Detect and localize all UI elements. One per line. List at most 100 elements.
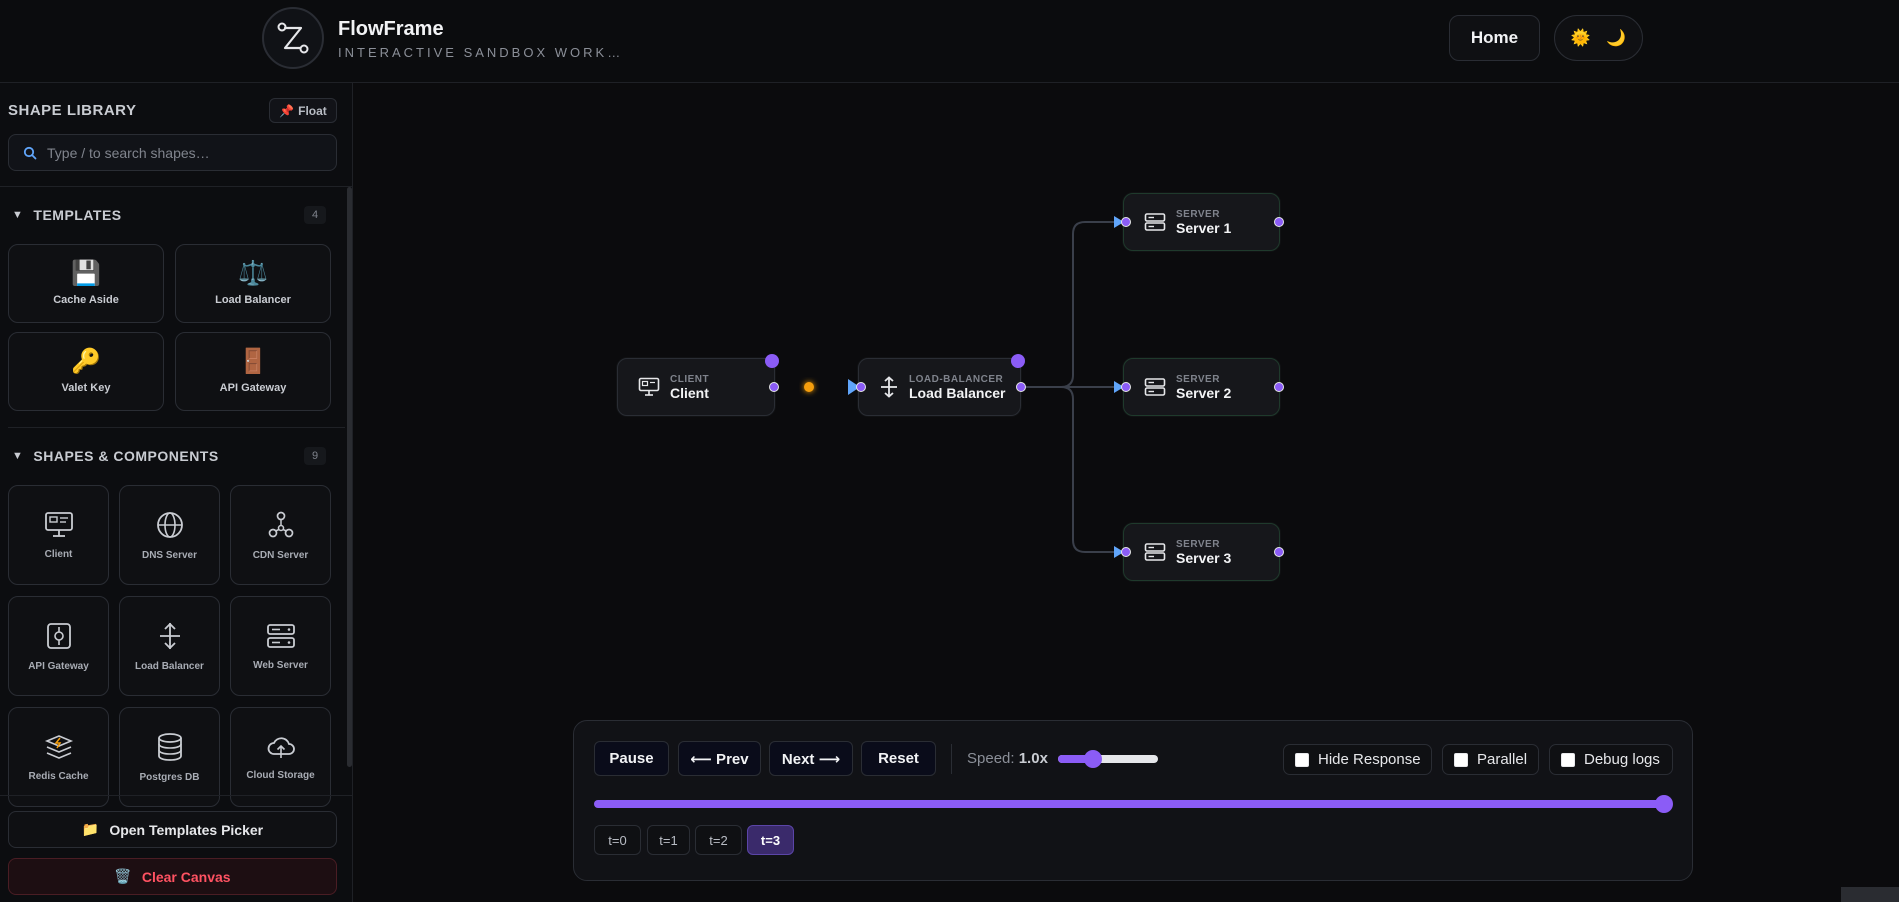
step-button-t2[interactable]: t=2 xyxy=(695,825,742,855)
node-server-1[interactable]: SERVER Server 1 xyxy=(1123,193,1280,251)
pause-button[interactable]: Pause xyxy=(594,741,669,776)
folder-icon: 📁 xyxy=(81,821,100,837)
shape-label: Web Server xyxy=(253,659,308,671)
hide-response-toggle[interactable]: Hide Response xyxy=(1283,744,1432,775)
parallel-toggle[interactable]: Parallel xyxy=(1442,744,1539,775)
speed-slider-thumb[interactable] xyxy=(1084,750,1102,768)
home-button[interactable]: Home xyxy=(1449,15,1540,61)
shape-search[interactable] xyxy=(8,134,337,171)
server-icon xyxy=(1144,378,1166,396)
divider xyxy=(8,427,345,428)
shape-label: Client xyxy=(44,548,73,560)
debug-logs-toggle[interactable]: Debug logs xyxy=(1549,744,1673,775)
hide-response-checkbox[interactable] xyxy=(1295,752,1309,767)
server-icon xyxy=(1144,543,1166,561)
node-name: Server 2 xyxy=(1176,384,1232,401)
debug-logs-label: Debug logs xyxy=(1584,751,1660,768)
node-client[interactable]: CLIENT Client xyxy=(617,358,775,416)
reset-button[interactable]: Reset xyxy=(861,741,936,776)
server-icon xyxy=(266,623,295,648)
trash-icon: 🗑️ xyxy=(114,868,132,884)
next-button[interactable]: Next ⟶ xyxy=(769,741,853,776)
timeline-thumb[interactable] xyxy=(1655,795,1673,813)
shapes-heading: SHAPES & COMPONENTS xyxy=(33,448,219,464)
app-subtitle: INTERACTIVE SANDBOX WORK… xyxy=(338,45,624,60)
float-button[interactable]: 📌 Float xyxy=(269,98,337,123)
prev-button[interactable]: ⟵ Prev xyxy=(678,741,761,776)
door-icon: 🚪 xyxy=(238,347,268,375)
cloud-icon xyxy=(267,736,295,758)
sun-icon[interactable]: 🌞 xyxy=(1571,28,1591,48)
shape-card-redis-cache[interactable]: Redis Cache xyxy=(8,707,109,807)
pin-icon: 📌 xyxy=(279,103,295,118)
step-button-t1[interactable]: t=1 xyxy=(647,825,690,855)
search-input[interactable] xyxy=(47,144,307,161)
client-icon xyxy=(638,377,660,396)
redis-icon xyxy=(44,734,73,759)
node-load-balancer[interactable]: LOAD-BALANCER Load Balancer xyxy=(858,358,1021,416)
template-card-load-balancer[interactable]: ⚖️ Load Balancer xyxy=(175,244,331,323)
node-name: Client xyxy=(670,384,709,401)
debug-logs-checkbox[interactable] xyxy=(1561,752,1575,767)
floppy-disk-icon: 💾 xyxy=(71,259,101,287)
speed-slider[interactable] xyxy=(1058,750,1158,768)
parallel-checkbox[interactable] xyxy=(1454,752,1468,767)
corner-badge xyxy=(1841,887,1899,902)
node-name: Load Balancer xyxy=(909,384,1006,401)
template-card-cache-aside[interactable]: 💾 Cache Aside xyxy=(8,244,164,323)
step-button-t0[interactable]: t=0 xyxy=(594,825,641,855)
hide-response-label: Hide Response xyxy=(1318,751,1421,768)
balancer-icon xyxy=(881,376,897,398)
timeline-fill xyxy=(594,800,1664,808)
timeline-slider[interactable] xyxy=(594,795,1673,813)
shape-card-load-balancer[interactable]: Load Balancer xyxy=(119,596,220,696)
divider xyxy=(0,795,352,796)
shape-card-cloud-storage[interactable]: Cloud Storage xyxy=(230,707,331,807)
shape-card-dns-server[interactable]: DNS Server xyxy=(119,485,220,585)
shapes-count-badge: 9 xyxy=(304,447,326,465)
database-icon xyxy=(157,732,182,761)
speed-readout: Speed: 1.0x xyxy=(967,750,1048,767)
float-label: Float xyxy=(298,103,327,118)
template-label: API Gateway xyxy=(219,381,287,394)
shape-library-title: SHAPE LIBRARY xyxy=(8,102,137,119)
moon-icon[interactable]: 🌙 xyxy=(1606,28,1626,48)
node-type: SERVER xyxy=(1176,538,1220,550)
key-icon: 🔑 xyxy=(71,347,101,375)
node-type: SERVER xyxy=(1176,208,1220,220)
shape-card-client[interactable]: Client xyxy=(8,485,109,585)
network-icon xyxy=(268,511,293,537)
template-label: Valet Key xyxy=(61,381,111,394)
flowframe-logo[interactable] xyxy=(262,7,324,69)
templates-section-header[interactable]: ▼ TEMPLATES xyxy=(12,207,122,223)
shape-label: DNS Server xyxy=(141,549,198,561)
open-templates-picker-button[interactable]: 📁 Open Templates Picker xyxy=(8,811,337,848)
speed-value: 1.0x xyxy=(1018,750,1048,767)
divider xyxy=(0,186,352,187)
logo-icon xyxy=(277,22,309,54)
shape-label: Load Balancer xyxy=(135,660,204,672)
server-icon xyxy=(1144,213,1166,231)
theme-toggle[interactable]: 🌞 🌙 xyxy=(1554,15,1643,61)
node-name: Server 3 xyxy=(1176,549,1232,566)
chevron-down-icon: ▼ xyxy=(12,209,24,221)
search-icon xyxy=(23,146,37,159)
step-button-t3[interactable]: t=3 xyxy=(747,825,794,855)
templates-heading: TEMPLATES xyxy=(33,207,122,223)
client-icon xyxy=(44,511,73,537)
shape-card-postgres-db[interactable]: Postgres DB xyxy=(119,707,220,807)
gateway-icon xyxy=(46,622,71,649)
shape-card-web-server[interactable]: Web Server xyxy=(230,596,331,696)
clear-canvas-button[interactable]: 🗑️ Clear Canvas xyxy=(8,858,337,895)
chevron-down-icon: ▼ xyxy=(12,450,24,462)
sidebar-scrollbar[interactable] xyxy=(347,187,352,767)
template-card-api-gateway[interactable]: 🚪 API Gateway xyxy=(175,332,331,411)
node-server-2[interactable]: SERVER Server 2 xyxy=(1123,358,1280,416)
node-server-3[interactable]: SERVER Server 3 xyxy=(1123,523,1280,581)
shape-label: CDN Server xyxy=(252,549,309,561)
shape-card-cdn-server[interactable]: CDN Server xyxy=(230,485,331,585)
shapes-section-header[interactable]: ▼ SHAPES & COMPONENTS xyxy=(12,448,219,464)
scales-icon: ⚖️ xyxy=(238,259,268,287)
template-card-valet-key[interactable]: 🔑 Valet Key xyxy=(8,332,164,411)
shape-card-api-gateway[interactable]: API Gateway xyxy=(8,596,109,696)
